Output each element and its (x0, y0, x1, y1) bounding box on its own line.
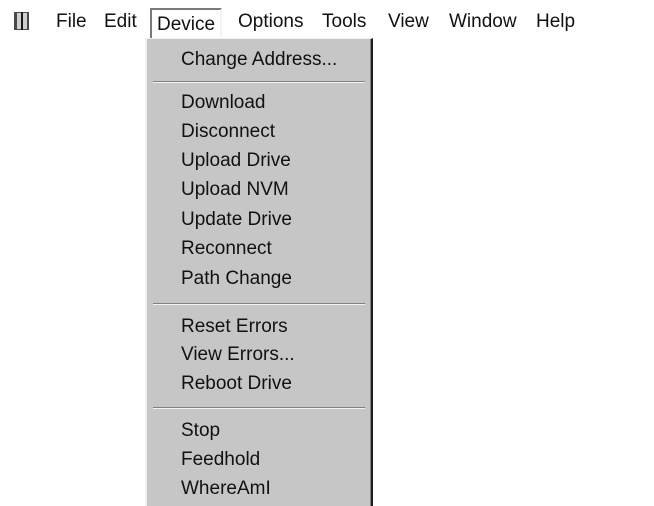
menu-view[interactable]: View (388, 9, 429, 35)
menu-item-whereami[interactable]: WhereAmI (181, 476, 271, 502)
menu-item-view-errors[interactable]: View Errors... (181, 342, 295, 368)
menu-help[interactable]: Help (536, 9, 575, 35)
menu-item-reconnect[interactable]: Reconnect (181, 236, 272, 262)
menu-item-reset-errors[interactable]: Reset Errors (181, 314, 288, 340)
menu-separator (153, 303, 365, 305)
menu-item-upload-nvm[interactable]: Upload NVM (181, 177, 289, 203)
menu-item-download[interactable]: Download (181, 90, 266, 116)
device-dropdown-menu: Change Address... Download Disconnect Up… (145, 38, 373, 506)
menu-item-update-drive[interactable]: Update Drive (181, 207, 292, 233)
menu-item-disconnect[interactable]: Disconnect (181, 119, 275, 145)
menu-separator (153, 407, 365, 409)
menu-tools[interactable]: Tools (322, 9, 366, 35)
menu-item-change-address[interactable]: Change Address... (181, 47, 337, 73)
menu-item-path-change[interactable]: Path Change (181, 266, 292, 292)
menu-separator (153, 81, 365, 83)
menu-file[interactable]: File (56, 9, 87, 35)
menu-window[interactable]: Window (449, 9, 517, 35)
menu-item-upload-drive[interactable]: Upload Drive (181, 148, 291, 174)
menu-edit[interactable]: Edit (104, 9, 137, 35)
menu-bar: File Edit Device Options Tools View Wind… (0, 0, 654, 42)
menu-options[interactable]: Options (238, 9, 303, 35)
book-icon[interactable] (12, 11, 32, 31)
menu-device[interactable]: Device (150, 8, 223, 39)
menu-item-feedhold[interactable]: Feedhold (181, 447, 260, 473)
menu-item-reboot-drive[interactable]: Reboot Drive (181, 371, 292, 397)
menu-item-stop[interactable]: Stop (181, 418, 220, 444)
